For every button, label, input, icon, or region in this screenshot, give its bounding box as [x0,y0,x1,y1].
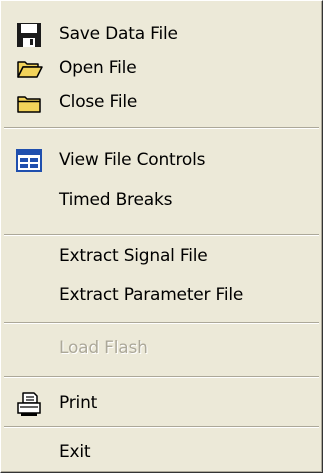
file-context-menu: Save Data File Open File Close File View… [0,0,323,473]
menu-item-label: Open File [59,58,137,79]
menu-item-label: Extract Signal File [59,246,208,267]
menu-item-label: View File Controls [59,150,206,171]
menu-item-timed-breaks[interactable]: Timed Breaks [1,184,322,218]
menu-separator [4,234,319,236]
menu-separator [4,322,319,324]
menu-item-extract-signal-file[interactable]: Extract Signal File [1,240,322,274]
menu-item-label: Close File [59,92,138,113]
menu-separator [4,376,319,378]
file-controls-icon [16,149,42,172]
closed-folder-icon [17,96,41,113]
menu-item-save-data-file[interactable]: Save Data File [1,18,322,52]
open-folder-icon [17,61,43,78]
menu-item-label: Extract Parameter File [59,285,244,306]
menu-item-load-flash: Load Flash [1,332,322,366]
menu-item-view-file-controls[interactable]: View File Controls [1,144,322,178]
menu-item-print[interactable]: Print [1,387,322,421]
printer-icon [17,392,41,416]
menu-item-close-file[interactable]: Close File [1,86,322,120]
menu-separator [4,426,319,428]
menu-item-label: Timed Breaks [59,190,173,211]
menu-item-open-file[interactable]: Open File [1,52,322,86]
menu-item-label: Exit [59,442,91,463]
menu-separator [4,127,319,129]
menu-item-label: Load Flash [59,338,148,359]
menu-item-exit[interactable]: Exit [1,436,322,470]
menu-item-extract-parameter-file[interactable]: Extract Parameter File [1,279,322,313]
floppy-disk-icon [17,23,41,47]
menu-item-label: Print [59,393,98,414]
menu-item-label: Save Data File [59,24,178,45]
